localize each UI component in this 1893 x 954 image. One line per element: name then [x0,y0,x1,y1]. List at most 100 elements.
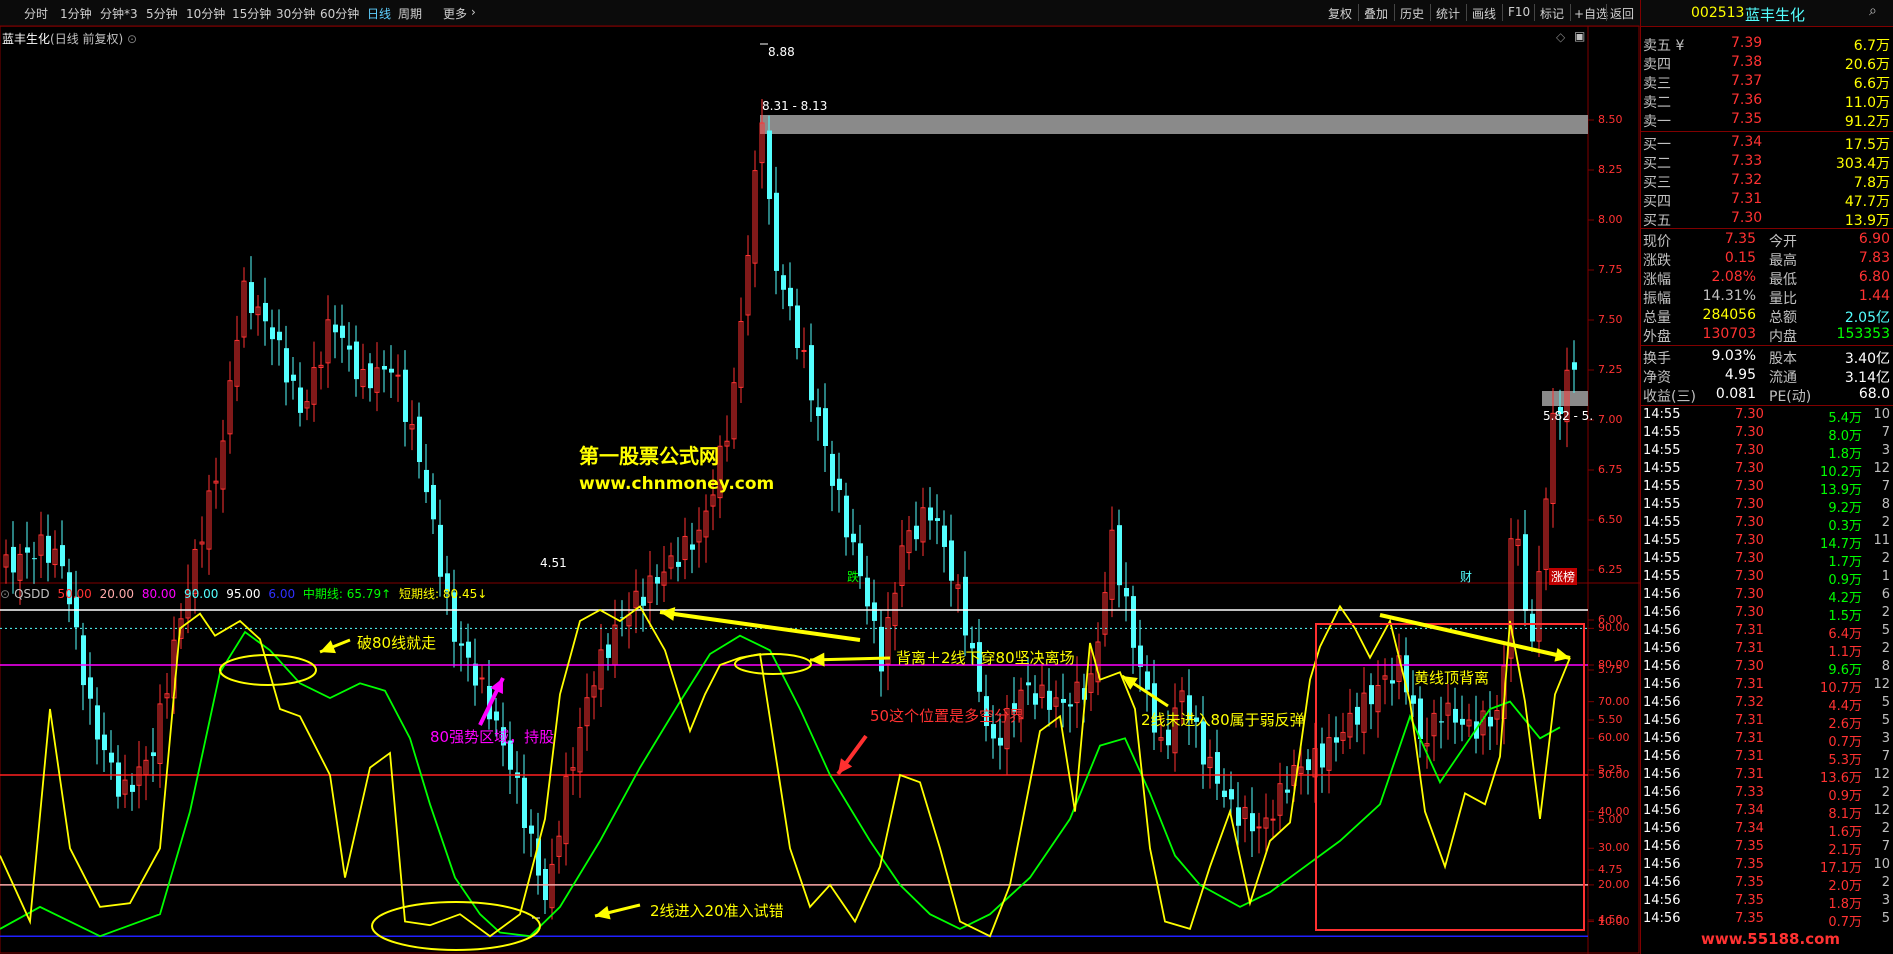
sell-row[interactable]: 卖二 7.36 11.0万 [1641,92,1893,111]
tick-row[interactable]: 14:56 7.33 0.9万 2 [1641,785,1893,804]
tick-row[interactable]: 14:55 7.30 8.0万 7 [1641,425,1893,444]
stat-value: 1.44 [1858,288,1890,304]
tick-count: 5 [1881,911,1890,926]
sell-row[interactable]: 卖五 ¥ 7.39 6.7万 [1641,35,1893,54]
order-price: 7.32 [1731,172,1763,188]
candle-down [340,325,345,338]
order-level: 买三 [1643,175,1671,191]
annotation-50-boundary: 50这个位置是多空分界 [870,707,1025,725]
tick-row[interactable]: 14:56 7.35 0.7万 5 [1641,911,1893,930]
indicator-name[interactable]: QSDD [14,587,50,601]
tick-row[interactable]: 14:55 7.30 10.2万 12 [1641,461,1893,480]
tick-volume: 10.7万 [1820,681,1862,696]
tick-time: 14:56 [1643,857,1681,872]
tick-row[interactable]: 14:56 7.31 10.7万 12 [1641,677,1893,696]
tick-volume: 9.2万 [1828,501,1862,516]
stat-value: 284056 [1702,307,1756,323]
marker-finance[interactable]: 财 [1460,568,1472,585]
stat-row[interactable]: 外盘 130703 内盘 153353 [1641,326,1893,345]
indicator-toggle-icon[interactable]: ⊙ [0,587,10,601]
divider [1641,131,1893,132]
stat-row[interactable]: 净资 4.95 流通 3.14亿 [1641,367,1893,386]
buy-row[interactable]: 买三 7.32 7.8万 [1641,172,1893,191]
price-tick-label: 7.25 [1598,363,1623,376]
stat-row[interactable]: 换手 9.03% 股本 3.40亿 [1641,348,1893,367]
candle-down [1285,789,1290,793]
tick-time: 14:56 [1643,821,1681,836]
tick-row[interactable]: 14:56 7.35 2.0万 2 [1641,875,1893,894]
stat-label: 股本 [1769,351,1797,367]
tick-row[interactable]: 14:56 7.35 1.8万 3 [1641,893,1893,912]
buy-row[interactable]: 买五 7.30 13.9万 [1641,210,1893,229]
stat-label: 换手 [1643,351,1671,367]
tick-row[interactable]: 14:56 7.31 5.3万 7 [1641,749,1893,768]
search-icon[interactable]: ⌕ [1869,3,1877,19]
tick-volume: 5.3万 [1828,753,1862,768]
tick-row[interactable]: 14:55 7.30 1.7万 2 [1641,551,1893,570]
kline-chart[interactable] [0,0,1640,954]
tick-count: 2 [1881,605,1890,620]
tick-volume: 2.0万 [1828,879,1862,894]
tick-row[interactable]: 14:56 7.34 8.1万 12 [1641,803,1893,822]
buy-row[interactable]: 买四 7.31 47.7万 [1641,191,1893,210]
stat-row[interactable]: 总量 284056 总额 2.05亿 [1641,307,1893,326]
tick-price: 7.30 [1735,659,1764,674]
sell-row[interactable]: 卖四 7.38 20.6万 [1641,54,1893,73]
tick-volume: 4.4万 [1828,699,1862,714]
stat-row[interactable]: 现价 7.35 今开 6.90 [1641,231,1893,250]
candle-down [928,507,933,521]
tick-row[interactable]: 14:56 7.32 4.4万 5 [1641,695,1893,714]
candle-down [459,643,464,646]
tick-count: 12 [1873,677,1890,692]
stat-row[interactable]: 收益(三) 0.081 PE(动) 68.0 [1641,386,1893,405]
tick-price: 7.30 [1735,443,1764,458]
tick-price: 7.31 [1735,767,1764,782]
tick-row[interactable]: 14:55 7.30 14.7万 11 [1641,533,1893,552]
tick-volume: 5.4万 [1828,411,1862,426]
order-volume: 17.5万 [1844,137,1890,153]
annotation-weak-rebound: 2线未进入80属于弱反弹 [1141,711,1305,729]
tick-volume: 2.6万 [1828,717,1862,732]
tick-row[interactable]: 14:56 7.35 2.1万 7 [1641,839,1893,858]
stat-row[interactable]: 涨幅 2.08% 最低 6.80 [1641,269,1893,288]
sell-row[interactable]: 卖一 7.35 91.2万 [1641,111,1893,130]
tick-row[interactable]: 14:56 7.35 17.1万 10 [1641,857,1893,876]
stock-code: 002513 [1691,5,1745,21]
tick-row[interactable]: 14:55 7.30 0.9万 1 [1641,569,1893,588]
indicator-header: ⊙ QSDD 50.00 20.00 80.00 90.00 95.00 6.00… [0,585,491,601]
candle-down [767,130,772,200]
candle-down [1166,729,1171,746]
buy-row[interactable]: 买一 7.34 17.5万 [1641,134,1893,153]
tick-count: 3 [1881,893,1890,908]
sell-row[interactable]: 卖三 7.37 6.6万 [1641,73,1893,92]
marker-top-list[interactable]: 涨榜 [1549,568,1578,585]
tick-row[interactable]: 14:56 7.30 9.6万 8 [1641,659,1893,678]
tick-row[interactable]: 14:55 7.30 13.9万 7 [1641,479,1893,498]
tick-price: 7.34 [1735,803,1764,818]
candle-down [676,561,681,567]
stat-row[interactable]: 振幅 14.31% 量比 1.44 [1641,288,1893,307]
tick-time: 14:55 [1643,497,1681,512]
candle-down [816,407,821,417]
tick-row[interactable]: 14:56 7.31 13.6万 12 [1641,767,1893,786]
tick-price: 7.31 [1735,713,1764,728]
tick-row[interactable]: 14:55 7.30 5.4万 10 [1641,407,1893,426]
candle-down [830,453,835,486]
tick-row[interactable]: 14:55 7.30 1.8万 3 [1641,443,1893,462]
tick-row[interactable]: 14:55 7.30 9.2万 8 [1641,497,1893,516]
buy-row[interactable]: 买二 7.33 303.4万 [1641,153,1893,172]
marker-fall[interactable]: 跌 [847,568,859,585]
tick-row[interactable]: 14:56 7.34 1.6万 2 [1641,821,1893,840]
tick-row[interactable]: 14:56 7.31 0.7万 3 [1641,731,1893,750]
tick-row[interactable]: 14:55 7.30 0.3万 2 [1641,515,1893,534]
tick-row[interactable]: 14:56 7.31 1.1万 2 [1641,641,1893,660]
tick-row[interactable]: 14:56 7.31 2.6万 5 [1641,713,1893,732]
tick-row[interactable]: 14:56 7.30 4.2万 6 [1641,587,1893,606]
tick-row[interactable]: 14:56 7.30 1.5万 2 [1641,605,1893,624]
stat-row[interactable]: 涨跌 0.15 最高 7.83 [1641,250,1893,269]
tick-time: 14:56 [1643,677,1681,692]
price-tick-label: 8.25 [1598,163,1623,176]
candle-down [837,478,842,491]
candle-down [466,641,471,658]
tick-row[interactable]: 14:56 7.31 6.4万 5 [1641,623,1893,642]
